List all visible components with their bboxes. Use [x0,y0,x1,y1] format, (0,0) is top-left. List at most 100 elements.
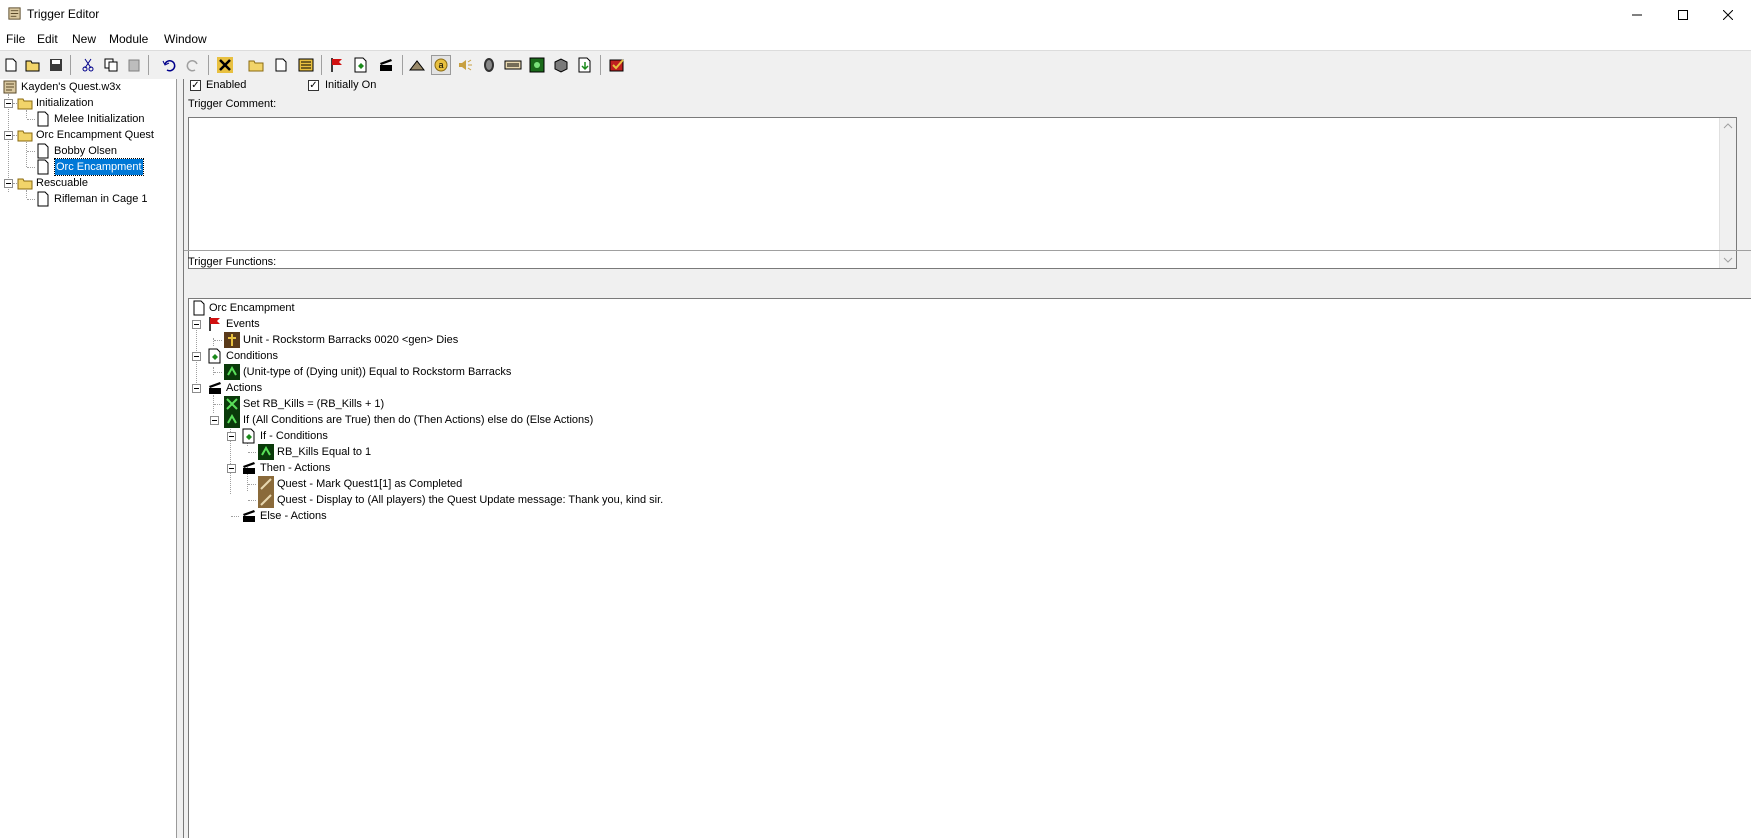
fn-action-quest-mark[interactable]: Quest - Mark Quest1[1] as Completed [189,476,989,492]
maximize-icon [1678,10,1688,20]
action-icon [243,462,255,474]
svg-text:a: a [438,60,443,70]
fn-action-set-variable[interactable]: Set RB_Kills = (RB_Kills + 1) [189,396,989,412]
sound-editor-button[interactable] [455,55,475,75]
collapse-toggle[interactable] [4,179,13,188]
variables-button[interactable] [215,55,235,75]
new-event-button[interactable] [326,55,346,75]
trigger-icon [37,143,49,159]
tree-item-label: Rifleman in Cage 1 [54,193,148,205]
fn-trigger-root[interactable]: Orc Encampment [189,300,989,316]
new-condition-button[interactable] [351,55,371,75]
tree-line [27,199,35,201]
tree-folder-orc-encampment-quest[interactable]: Orc Encampment Quest [0,127,170,143]
menu-file[interactable]: File [4,32,27,46]
tree-trigger-melee-initialization[interactable]: Melee Initialization [0,111,170,127]
panel-splitter[interactable] [177,79,184,838]
new-action-button[interactable] [376,55,396,75]
fn-condition-unit-type[interactable]: (Unit-type of (Dying unit)) Equal to Roc… [189,364,989,380]
collapse-toggle[interactable] [227,432,236,441]
condition-icon [208,348,221,364]
horizontal-splitter[interactable] [184,250,1751,253]
tree-root[interactable]: Kayden's Quest.w3x [2,79,172,95]
trigger-comment-textarea[interactable] [188,117,1737,269]
collapse-toggle[interactable] [192,352,201,361]
object-editor-button[interactable] [479,55,499,75]
tree-folder-initialization[interactable]: Initialization [0,95,170,111]
new-category-button[interactable] [246,55,266,75]
tree-line [248,484,256,486]
terrain-editor-button[interactable] [407,55,427,75]
fn-conditions[interactable]: Conditions [189,348,989,364]
close-button[interactable] [1705,0,1751,30]
fn-actions[interactable]: Actions [189,380,989,396]
copy-button[interactable] [101,55,121,75]
new-comment-button[interactable] [296,55,316,75]
new-trigger-button[interactable] [271,55,291,75]
enabled-checkbox[interactable]: ✓ [190,80,201,91]
fn-event-unit-dies[interactable]: Unit - Rockstorm Barracks 0020 <gen> Die… [189,332,989,348]
unit-event-icon [224,332,240,348]
event-icon [209,317,220,331]
test-map-button[interactable] [607,55,627,75]
import-manager-button[interactable] [575,55,595,75]
fn-condition-rb-kills[interactable]: RB_Kills Equal to 1 [189,444,989,460]
scroll-down-icon[interactable] [1720,252,1736,268]
ai-editor-button[interactable] [527,55,547,75]
maximize-button[interactable] [1660,0,1706,30]
menu-module[interactable]: Module [107,32,150,46]
undo-button[interactable] [159,55,179,75]
cut-button[interactable] [78,55,98,75]
tree-line [248,500,256,502]
trigger-functions-tree: Orc Encampment Events Unit - Rockstorm B… [188,298,1751,838]
fn-label: If - Conditions [260,430,328,442]
fn-label: Then - Actions [260,462,331,474]
fn-else-actions[interactable]: Else - Actions [189,508,989,524]
object-manager-button[interactable] [551,55,571,75]
menu-window[interactable]: Window [162,32,209,46]
tree-item-label: Rescuable [36,177,88,189]
menu-edit[interactable]: Edit [35,32,60,46]
open-map-button[interactable] [23,55,43,75]
initially-on-checkbox[interactable]: ✓ [308,80,319,91]
tree-trigger-bobby-olsen[interactable]: Bobby Olsen [0,143,170,159]
redo-button[interactable] [183,55,203,75]
fn-if-conditions[interactable]: If - Conditions [189,428,989,444]
collapse-toggle[interactable] [227,464,236,473]
collapse-toggle[interactable] [210,416,219,425]
action-icon [209,382,221,394]
fn-events[interactable]: Events [189,316,989,332]
tree-line [214,340,222,342]
fn-action-if-then-else[interactable]: If (All Conditions are True) then do (Th… [189,412,989,428]
scroll-up-icon[interactable] [1720,118,1736,134]
menu-new[interactable]: New [70,32,98,46]
minimize-button[interactable] [1614,0,1660,30]
trigger-editor-button[interactable]: a [431,55,451,75]
fn-label: Orc Encampment [209,302,295,314]
fn-label: RB_Kills Equal to 1 [277,446,372,458]
new-comment-icon [298,58,314,72]
collapse-toggle[interactable] [4,131,13,140]
new-map-button[interactable] [1,55,21,75]
import-manager-icon [578,57,591,73]
paste-button[interactable] [124,55,144,75]
quest-icon [258,476,274,492]
if-then-else-icon [224,412,240,428]
tree-trigger-rifleman-in-cage-1[interactable]: Rifleman in Cage 1 [0,191,170,207]
collapse-toggle[interactable] [192,384,201,393]
paste-icon [128,59,140,72]
close-icon [1723,10,1733,20]
tree-item-label: Bobby Olsen [54,145,117,157]
trigger-editor-icon: a [434,58,448,72]
tree-trigger-orc-encampment[interactable]: Orc Encampment [0,158,170,176]
fn-label: Else - Actions [260,510,327,522]
fn-action-quest-display[interactable]: Quest - Display to (All players) the Que… [189,492,989,508]
fn-then-actions[interactable]: Then - Actions [189,460,989,476]
toolbar-separator [402,55,403,75]
save-map-button[interactable] [46,55,66,75]
tree-folder-rescuable[interactable]: Rescuable [0,175,170,191]
collapse-toggle[interactable] [4,99,13,108]
comment-scrollbar[interactable] [1719,118,1736,268]
campaign-editor-button[interactable] [503,55,523,75]
collapse-toggle[interactable] [192,320,201,329]
